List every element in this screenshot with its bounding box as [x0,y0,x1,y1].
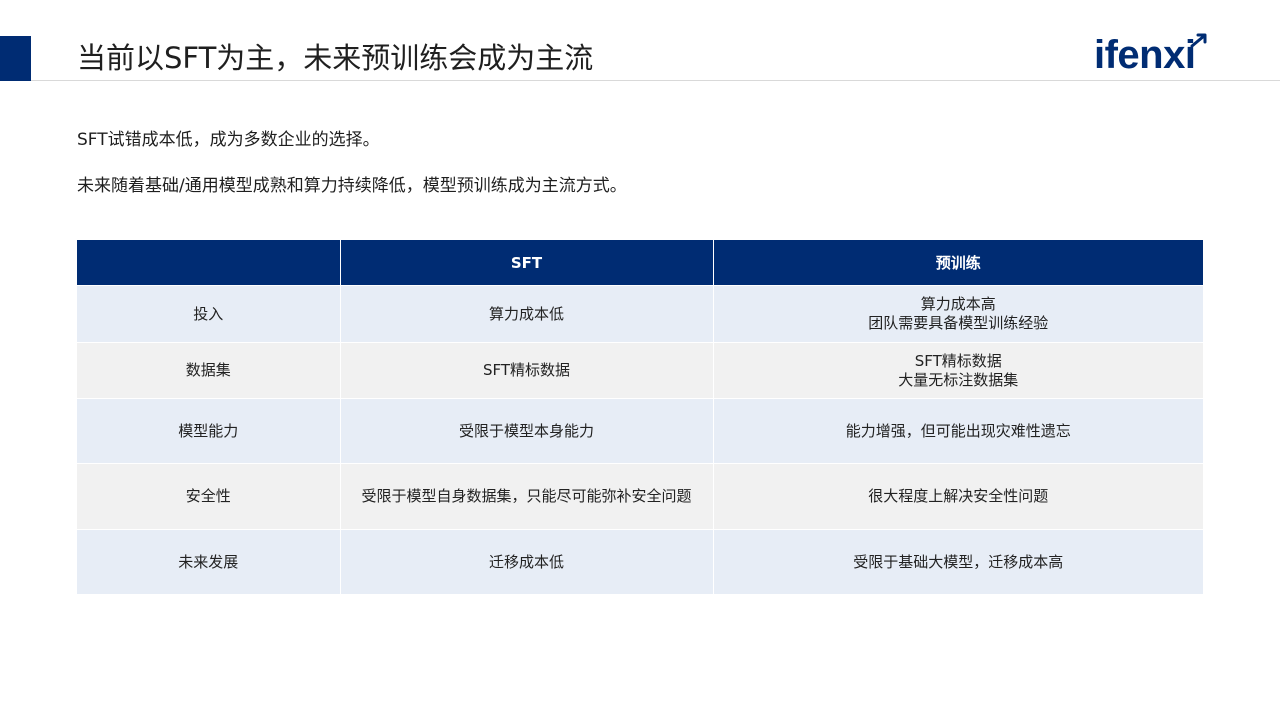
table-header-empty [77,240,340,286]
pretrain-cell: 受限于基础大模型，迁移成本高 [712,529,1203,594]
row-label: 安全性 [77,463,340,530]
pretrain-cell: SFT精标数据 大量无标注数据集 [712,342,1203,399]
logo-wordmark: ifenxi [1094,33,1196,77]
row-label: 未来发展 [77,529,340,594]
pretrain-cell-text: 大量无标注数据集 [898,370,1019,389]
pretrain-cell-text: SFT精标数据 [914,351,1002,370]
table-header-sft: SFT [339,240,713,286]
pretrain-cell: 很大程度上解决安全性问题 [712,463,1203,530]
table-row: 数据集 SFT精标数据 SFT精标数据 大量无标注数据集 [77,342,1203,399]
sft-cell: 受限于模型自身数据集，只能尽可能弥补安全问题 [339,463,713,530]
row-label: 数据集 [77,342,340,399]
sft-cell-text: 算力成本低 [488,304,564,323]
pretrain-cell: 算力成本高 团队需要具备模型训练经验 [712,285,1203,343]
comparison-table: SFT 预训练 投入 算力成本低 算力成本高 团队需要具备模型训练经验 数据集 … [77,240,1203,594]
intro-text-2: 未来随着基础/通用模型成熟和算力持续降低，模型预训练成为主流方式。 [77,176,627,196]
pretrain-cell-text: 很大程度上解决安全性问题 [868,487,1049,505]
sft-cell: 迁移成本低 [339,529,713,594]
table-row: 安全性 受限于模型自身数据集，只能尽可能弥补安全问题 很大程度上解决安全性问题 [77,463,1203,530]
sft-cell-text: 受限于模型自身数据集，只能尽可能弥补安全问题 [361,487,692,505]
pretrain-cell-text: 算力成本高 [920,295,996,313]
header-divider [31,80,1280,81]
header-accent-bar [0,36,31,81]
table-row: 投入 算力成本低 算力成本高 团队需要具备模型训练经验 [77,285,1203,343]
sft-cell: 算力成本低 [339,285,713,343]
intro-text-1: SFT试错成本低，成为多数企业的选择。 [77,130,380,150]
logo-arrow-icon [1190,33,1207,48]
table-row: 模型能力 受限于模型本身能力 能力增强，但可能出现灾难性遗忘 [77,398,1203,464]
page-title: 当前以SFT为主，未来预训练会成为主流 [77,41,594,75]
pretrain-cell: 能力增强，但可能出现灾难性遗忘 [712,398,1203,464]
sft-cell-text: 迁移成本低 [488,552,564,571]
table-header-pretrain: 预训练 [712,240,1203,286]
row-label: 投入 [77,285,340,343]
table-row: 未来发展 迁移成本低 受限于基础大模型，迁移成本高 [77,529,1203,594]
pretrain-cell-text: 受限于基础大模型，迁移成本高 [853,552,1064,571]
pretrain-cell-text: 团队需要具备模型训练经验 [868,314,1049,332]
ifenxi-logo: ifenxi [1092,30,1212,80]
sft-cell: SFT精标数据 [339,342,713,399]
table-header-row: SFT 预训练 [77,240,1203,286]
sft-cell-text: 受限于模型本身能力 [458,421,594,440]
pretrain-cell-text: 能力增强，但可能出现灾难性遗忘 [845,421,1071,440]
sft-cell: 受限于模型本身能力 [339,398,713,464]
sft-cell-text: SFT精标数据 [482,361,571,379]
row-label: 模型能力 [77,398,340,464]
